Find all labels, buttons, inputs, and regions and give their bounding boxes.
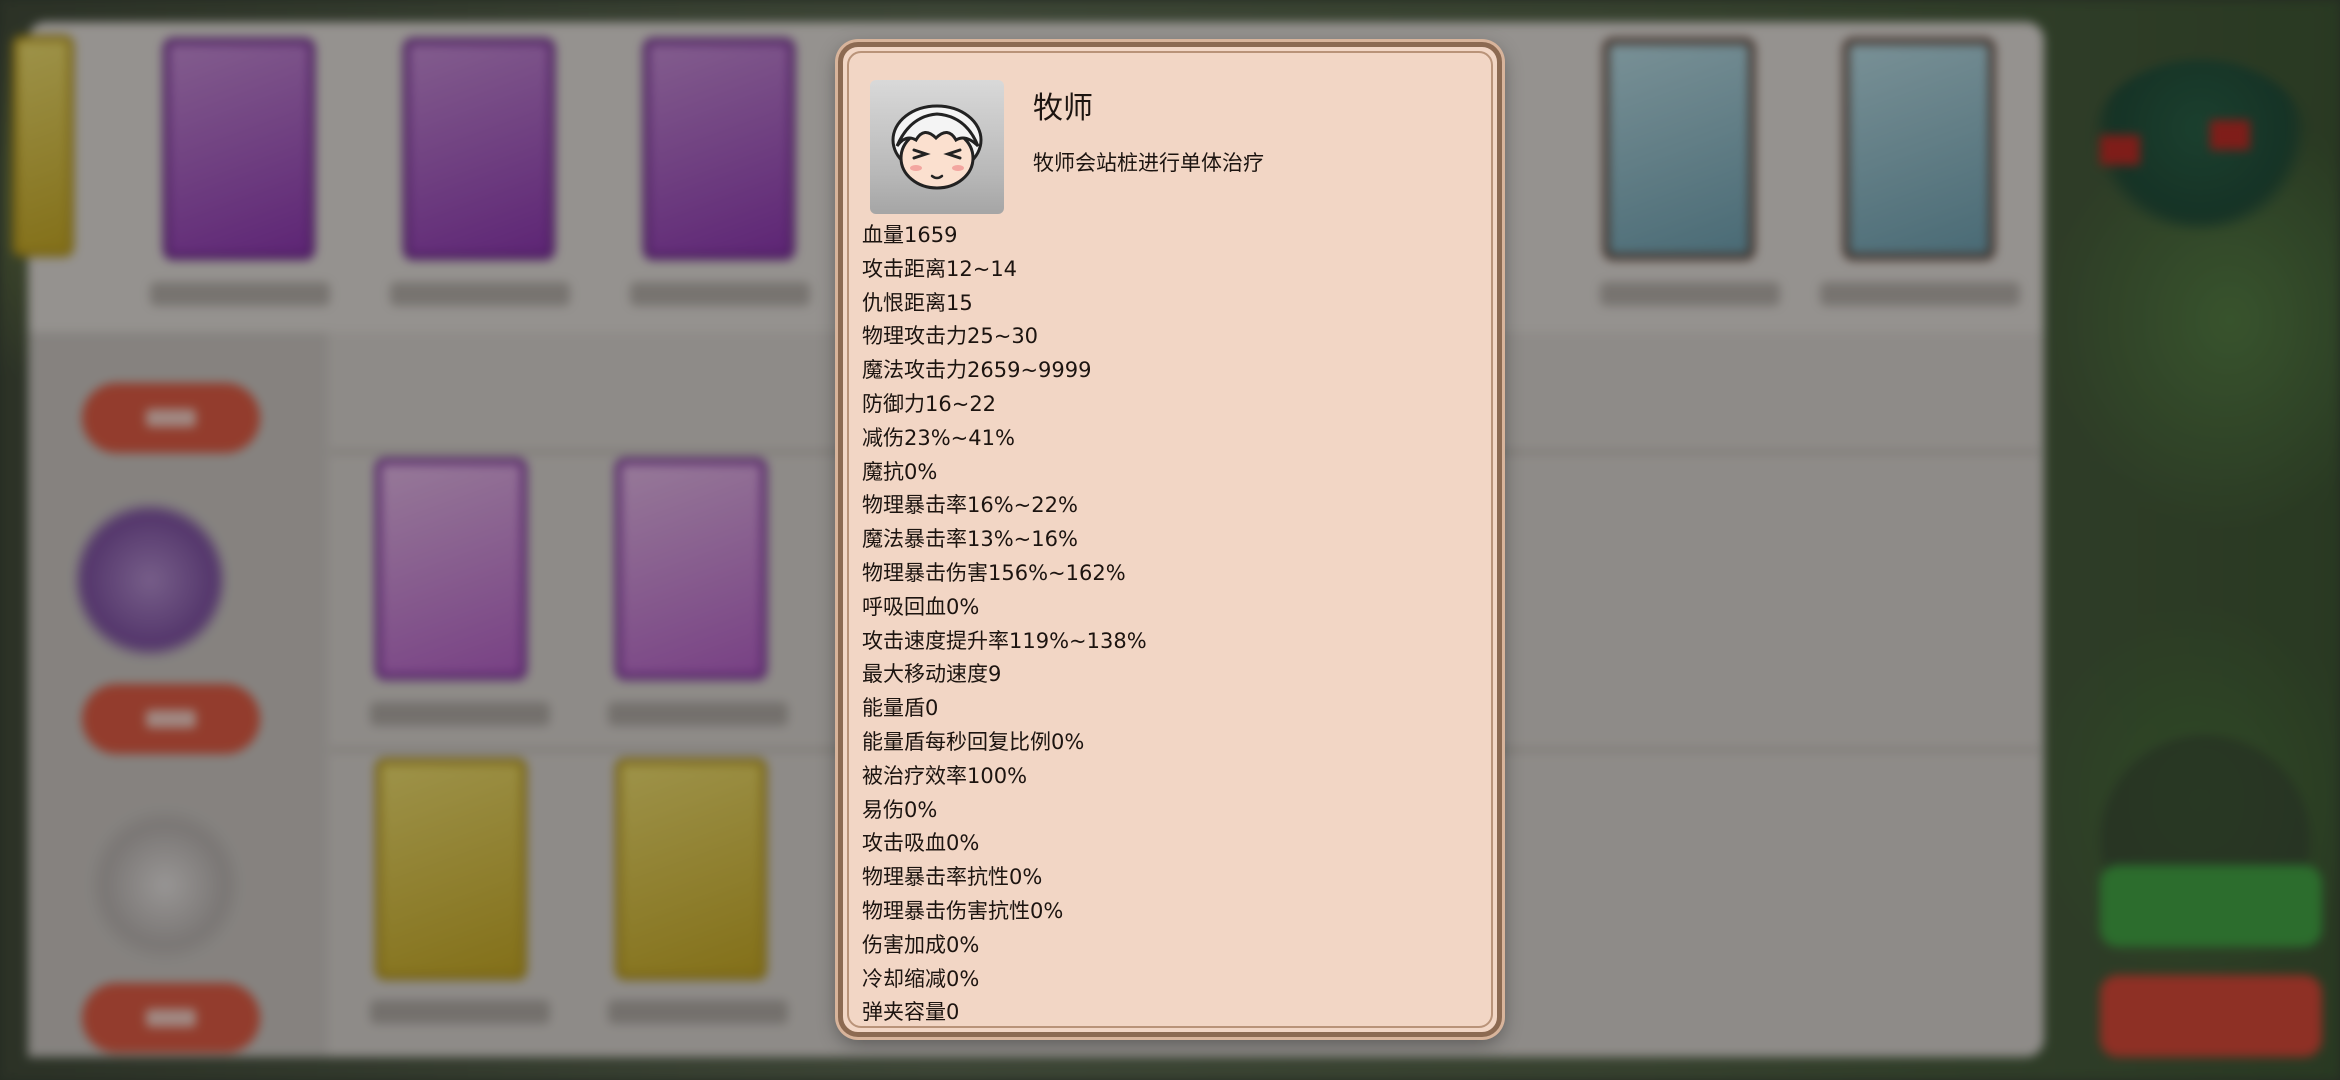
stat-physical-attack: 物理攻击力25~30 [862,324,1039,349]
stat-physical-crit-damage: 物理暴击伤害156%~162% [862,560,1126,585]
stat-cooldown-reduction: 冷却缩减0% [862,966,980,991]
stat-physical-crit-rate: 物理暴击率16%~22% [862,493,1078,518]
unit-description: 牧师会站桩进行单体治疗 [1033,151,1264,175]
stat-magic-attack: 魔法攻击力2659~9999 [862,358,1092,383]
unit-info-popup: 牧师 牧师会站桩进行单体治疗 血量1659 攻击距离12~14 仇恨距离15 物… [838,42,1502,1037]
stat-breath-regen: 呼吸回血0% [862,594,980,619]
stat-lifesteal: 攻击吸血0% [862,831,980,856]
stat-damage-reduction: 减伤23%~41% [862,425,1015,450]
stat-crit-rate-resist: 物理暴击率抗性0% [862,865,1043,890]
unit-name: 牧师 [1033,91,1093,126]
stat-move-speed: 最大移动速度9 [862,662,1002,687]
stat-hp: 血量1659 [862,223,958,247]
stat-crit-damage-resist: 物理暴击伤害抗性0% [862,898,1064,923]
stat-attack-range: 攻击距离12~14 [862,256,1018,281]
stat-list: 血量1659 攻击距离12~14 仇恨距离15 物理攻击力25~30 魔法攻击力… [862,219,1147,1030]
priest-portrait-icon [870,80,1004,214]
stat-energy-shield: 能量盾0 [862,696,939,721]
stat-vulnerability: 易伤0% [862,797,938,822]
stat-shield-regen: 能量盾每秒回复比例0% [862,729,1085,754]
stat-defense: 防御力16~22 [862,391,997,416]
stat-attack-speed: 攻击速度提升率119%~138% [862,628,1147,653]
stat-magic-resist: 魔抗0% [862,459,938,484]
stat-damage-bonus: 伤害加成0% [862,932,980,957]
stat-aggro-range: 仇恨距离15 [862,290,973,315]
stat-magic-crit-rate: 魔法暴击率13%~16% [862,527,1078,552]
stat-heal-efficiency: 被治疗效率100% [862,763,1028,788]
stat-clip-capacity: 弹夹容量0 [862,1000,960,1025]
